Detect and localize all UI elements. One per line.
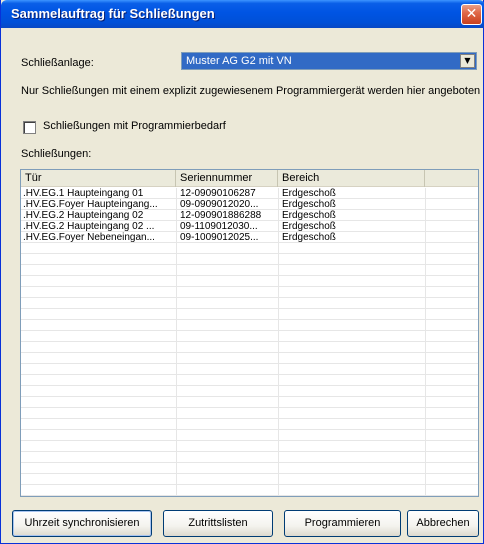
info-text: Nur Schließungen mit einem explizit zuge…	[21, 85, 481, 97]
column-divider	[278, 188, 279, 496]
column-divider	[425, 188, 426, 496]
column-header-bereich[interactable]: Bereich	[278, 170, 425, 187]
close-icon[interactable]: ✕	[461, 4, 482, 25]
title-bar[interactable]: Sammelauftrag für Schließungen ✕	[1, 0, 484, 28]
cell-bereich: Erdgeschoß	[282, 232, 336, 243]
abbrechen-button[interactable]: Abbrechen	[407, 510, 479, 537]
programmierbedarf-checkbox[interactable]	[23, 121, 36, 134]
programmieren-button[interactable]: Programmieren	[284, 510, 401, 537]
table-row[interactable]: .HV.EG.2 Haupteingang 02 12-090901886288…	[21, 210, 478, 221]
schliessanlage-dropdown[interactable]: Muster AG G2 mit VN ▼	[181, 52, 477, 70]
column-header-seriennummer[interactable]: Seriennummer	[176, 170, 278, 187]
cell-bereich: Erdgeschoß	[282, 188, 336, 199]
cell-bereich: Erdgeschoß	[282, 210, 336, 221]
cell-seriennummer: 09-1009012025...	[180, 232, 259, 243]
schliessanlage-value: Muster AG G2 mit VN	[186, 55, 292, 67]
cell-seriennummer: 09-1109012030...	[180, 221, 258, 232]
cell-seriennummer: 12-090901886288	[180, 210, 262, 221]
cell-tuer: .HV.EG.Foyer Nebeneingan...	[23, 232, 155, 243]
window-title: Sammelauftrag für Schließungen	[11, 6, 215, 21]
cell-tuer: .HV.EG.Foyer Haupteingang...	[23, 199, 158, 210]
cell-tuer: .HV.EG.2 Haupteingang 02 ...	[23, 221, 155, 232]
schliessungen-list[interactable]: Tür Seriennummer Bereich .HV.EG.1 Haupte…	[20, 169, 479, 497]
cell-bereich: Erdgeschoß	[282, 199, 336, 210]
zutrittslisten-button[interactable]: Zutrittslisten	[163, 510, 273, 537]
table-row[interactable]: .HV.EG.1 Haupteingang 01 12-09090106287 …	[21, 188, 478, 199]
cell-bereich: Erdgeschoß	[282, 221, 336, 232]
cell-tuer: .HV.EG.2 Haupteingang 02	[23, 210, 144, 221]
schliessungen-label: Schließungen:	[21, 148, 92, 160]
uhrzeit-synchronisieren-button[interactable]: Uhrzeit synchronisieren	[12, 510, 152, 537]
chevron-down-icon[interactable]: ▼	[460, 54, 475, 68]
list-body: .HV.EG.1 Haupteingang 01 12-09090106287 …	[21, 188, 478, 496]
list-header: Tür Seriennummer Bereich	[21, 170, 478, 187]
column-header-tuer[interactable]: Tür	[21, 170, 176, 187]
programmierbedarf-label[interactable]: Schließungen mit Programmierbedarf	[43, 120, 226, 132]
dialog-window: Sammelauftrag für Schließungen ✕ Schließ…	[0, 0, 484, 544]
cell-seriennummer: 12-09090106287	[180, 188, 256, 199]
schliessanlage-label: Schließanlage:	[21, 57, 94, 69]
column-divider	[176, 188, 177, 496]
cell-tuer: .HV.EG.1 Haupteingang 01	[23, 188, 144, 199]
table-row[interactable]: .HV.EG.2 Haupteingang 02 ... 09-11090120…	[21, 221, 478, 232]
column-header-empty	[425, 170, 478, 187]
table-row[interactable]: .HV.EG.Foyer Nebeneingan... 09-100901202…	[21, 232, 478, 243]
table-row[interactable]: .HV.EG.Foyer Haupteingang... 09-09090120…	[21, 199, 478, 210]
cell-seriennummer: 09-0909012020...	[180, 199, 259, 210]
